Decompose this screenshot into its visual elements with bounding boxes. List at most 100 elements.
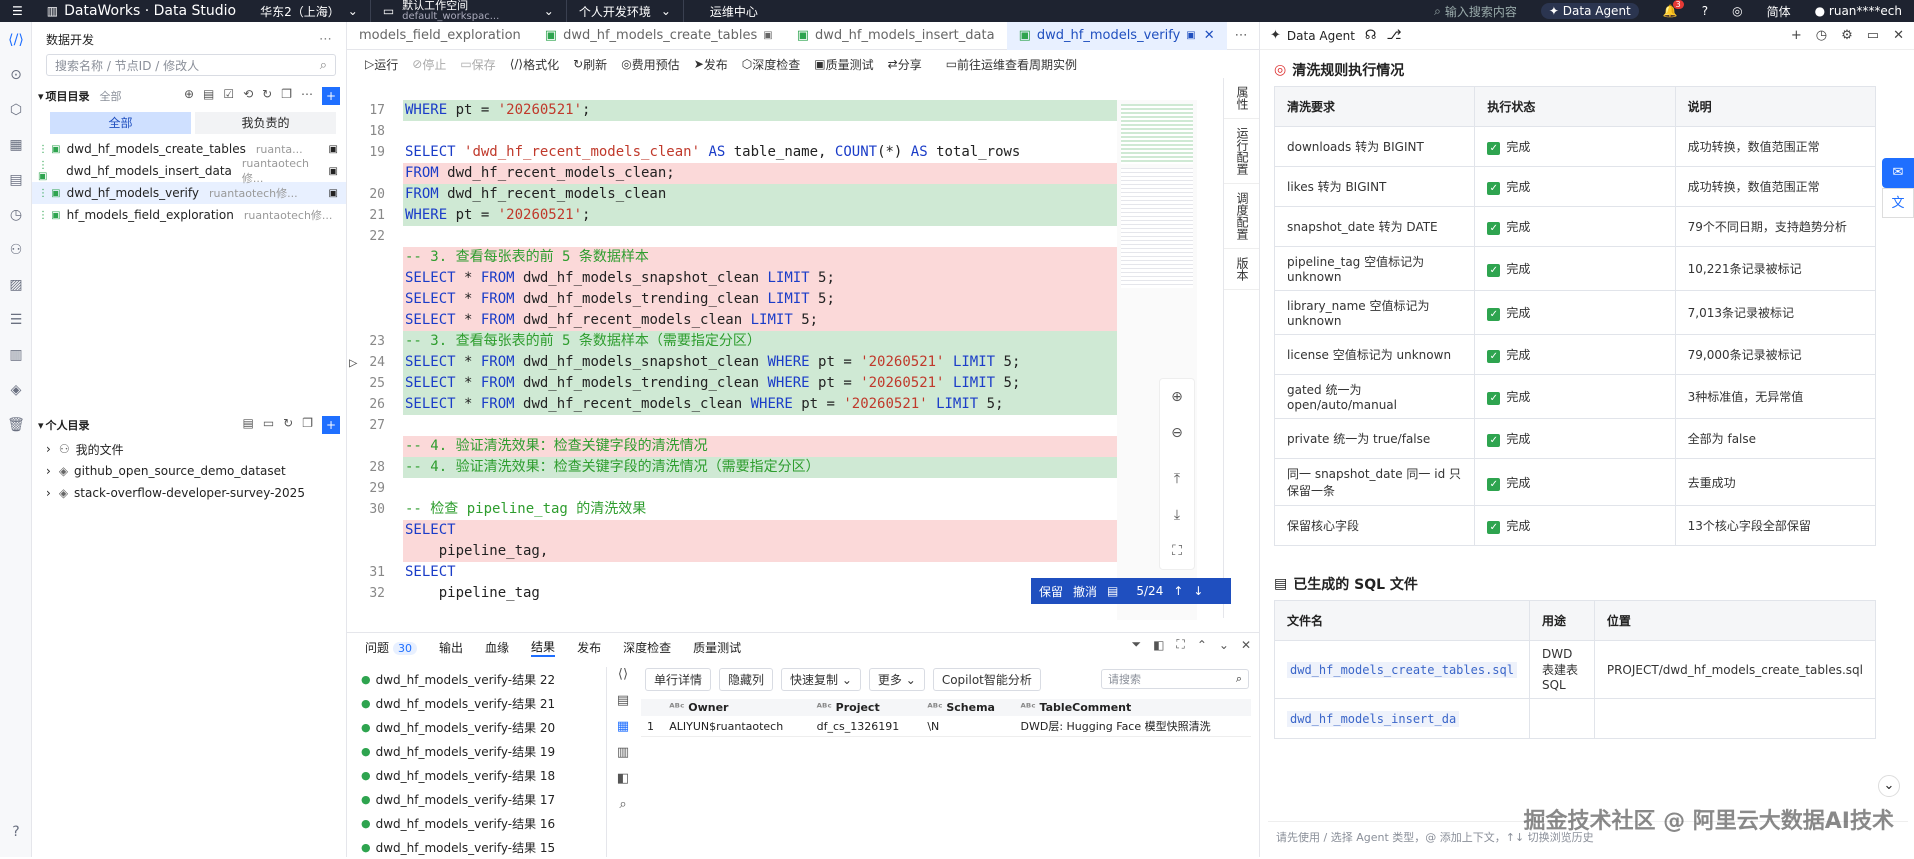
workspace-select[interactable]: ▭ 默认工作空间 default_workspac... ⌄	[371, 0, 566, 22]
ops-center-link[interactable]: 运维中心	[684, 0, 770, 22]
result-item[interactable]: ● dwd_hf_models_verify-结果 16	[347, 811, 606, 835]
app-title[interactable]: ▥ DataWorks · Data Studio	[35, 0, 248, 22]
table-cell[interactable]: df_cs_1326191	[810, 716, 922, 737]
undo-button[interactable]: 撤消	[1073, 583, 1097, 600]
code-line[interactable]: 21 WHERE pt = '20260521';	[347, 205, 1117, 226]
toolbar-button[interactable]: ▭ 保存	[460, 56, 495, 73]
arrow-up-icon[interactable]: ↑	[1173, 584, 1183, 598]
toolbar-button[interactable]: ↻ 刷新	[573, 56, 607, 73]
doc-icon[interactable]: ▤	[609, 693, 637, 719]
code-line[interactable]: SELECT	[347, 520, 1117, 541]
code-line[interactable]: SELECT * FROM dwd_hf_models_trending_cle…	[347, 289, 1117, 310]
code-line[interactable]: 29	[347, 478, 1117, 499]
chevron-up-icon[interactable]: ⌃	[1197, 638, 1207, 652]
code-line[interactable]: 18	[347, 121, 1117, 142]
user-menu[interactable]: ● ruan****ech	[1803, 0, 1914, 22]
result-item[interactable]: ● dwd_hf_models_verify-结果 22	[347, 667, 606, 691]
trash-icon[interactable]: 🗑	[0, 407, 32, 442]
refresh-icon[interactable]: ↻	[283, 416, 293, 434]
result-item[interactable]: ● dwd_hf_models_verify-结果 19	[347, 739, 606, 763]
code-line[interactable]: pipeline_tag,	[347, 541, 1117, 562]
filter-mine-tab[interactable]: 我负责的	[195, 112, 336, 134]
personal-item[interactable]: › ◈ github_open_source_demo_dataset	[32, 460, 346, 482]
check-list-icon[interactable]: ☑	[223, 87, 234, 105]
explore-icon[interactable]: ⊙	[0, 57, 32, 92]
close-icon[interactable]: ✕	[1241, 638, 1251, 652]
layout-icon[interactable]: ◧	[1153, 638, 1164, 652]
box-icon[interactable]: ◈	[0, 372, 32, 407]
menu-icon[interactable]: ☰	[0, 0, 35, 22]
column-header[interactable]: ᴬᴮᶜ Schema	[921, 699, 1014, 716]
result-action-button[interactable]: 更多 ⌄	[868, 667, 925, 691]
personal-item[interactable]: › ◈ stack-overflow-developer-survey-2025	[32, 482, 346, 504]
table-cell[interactable]: DWD层: Hugging Face 模型快照清洗	[1014, 716, 1251, 737]
code-line[interactable]: 23 -- 3. 查看每张表的前 5 条数据样本（需要指定分区）	[347, 331, 1117, 352]
bottom-tab[interactable]: 质量测试	[693, 639, 741, 656]
env-select[interactable]: 个人开发环境 ⌄	[567, 0, 683, 22]
region-select[interactable]: 华东2（上海） ⌄	[248, 0, 370, 22]
result-action-button[interactable]: Copilot智能分析	[932, 667, 1041, 691]
copy-icon[interactable]: ❐	[302, 416, 313, 434]
bottom-tab[interactable]: 问题 30	[365, 639, 418, 656]
scroll-top-icon[interactable]: ⤒	[1160, 461, 1194, 497]
close-icon[interactable]: ✕	[1204, 28, 1215, 43]
code-line[interactable]: -- 4. 验证清洗效果：检查关键字段的清洗情况	[347, 436, 1117, 457]
code-line[interactable]: 22	[347, 226, 1117, 247]
gear-icon[interactable]: ⚙	[1841, 28, 1853, 43]
clock-icon[interactable]: ◷	[0, 197, 32, 232]
add-button[interactable]: +	[322, 416, 340, 434]
result-item[interactable]: ● dwd_hf_models_verify-结果 20	[347, 715, 606, 739]
add-icon[interactable]: +	[1791, 28, 1802, 43]
zoom-out-icon[interactable]: ⊖	[1160, 415, 1194, 451]
toolbar-button[interactable]: ⇄ 分享	[888, 56, 922, 73]
code-line[interactable]: SELECT * FROM dwd_hf_models_snapshot_cle…	[347, 268, 1117, 289]
user-icon[interactable]: ⚇	[0, 232, 32, 267]
code-line[interactable]: 32 pipeline_tag	[347, 583, 1117, 604]
arrow-down-icon[interactable]: ↓	[1193, 584, 1203, 598]
caret-down-icon[interactable]: ▾	[38, 90, 44, 103]
headset-icon[interactable]: ☊	[1365, 28, 1377, 43]
code-line[interactable]: -- 3. 查看每张表的前 5 条数据样本	[347, 247, 1117, 268]
folder-icon[interactable]: ▤	[0, 162, 32, 197]
tab-insert-data[interactable]: ▣ dwd_hf_models_insert_data	[785, 22, 1007, 50]
code-line[interactable]: 28 -- 4. 验证清洗效果：检查关键字段的清洗情况（需要指定分区）	[347, 457, 1117, 478]
zoom-in-icon[interactable]: ⊕	[1160, 379, 1194, 415]
toolbar-button[interactable]: ⬡ 深度检查	[742, 56, 801, 73]
chart-icon[interactable]: ▥	[609, 745, 637, 771]
list-icon[interactable]: ☰	[0, 302, 32, 337]
bottom-tab[interactable]: 发布	[577, 639, 601, 656]
more-icon[interactable]: ⋯	[1235, 28, 1248, 43]
notification-icon[interactable]: 🔔 3	[1651, 0, 1690, 22]
filter-icon[interactable]: ⏷	[1131, 637, 1141, 652]
toolbar-button[interactable]: ⟨/⟩ 格式化	[510, 56, 559, 73]
tab-create-tables[interactable]: ▣ dwd_hf_models_create_tables ▣	[533, 22, 785, 50]
code-icon[interactable]: ⟨⟩	[609, 667, 637, 693]
diff-file-icon[interactable]: ▤	[1107, 584, 1118, 598]
result-search[interactable]: 请搜索 ⌕	[1101, 669, 1249, 689]
grid-icon[interactable]: ▦	[0, 127, 32, 162]
column-header[interactable]: ᴬᴮᶜ Project	[811, 699, 922, 716]
keep-button[interactable]: 保留	[1039, 583, 1063, 600]
branch-icon[interactable]: ⎇	[1386, 28, 1401, 43]
result-item[interactable]: ● dwd_hf_models_verify-结果 15	[347, 835, 606, 859]
code-line[interactable]: 19 SELECT 'dwd_hf_recent_models_clean' AS…	[347, 142, 1117, 163]
bottom-tab[interactable]: 深度检查	[623, 639, 671, 656]
toolbar-button[interactable]: ⊘ 停止	[412, 56, 446, 73]
table-cell[interactable]: 1	[641, 716, 664, 737]
chevron-down-icon[interactable]: ⌄	[1219, 638, 1229, 652]
column-header[interactable]: ᴬᴮᶜ Owner	[663, 699, 810, 716]
translate-icon[interactable]: 文	[1882, 188, 1914, 218]
tab-verify[interactable]: ▣ dwd_hf_models_verify ▣ ✕	[1006, 21, 1227, 50]
result-action-button[interactable]: 隐藏列	[719, 667, 774, 691]
fit-screen-icon[interactable]: ⛶	[1160, 533, 1194, 569]
result-action-button[interactable]: 单行详情	[645, 667, 712, 691]
code-line[interactable]: 17 WHERE pt = '20260521';	[347, 100, 1117, 121]
target-icon[interactable]: ⊕	[184, 87, 194, 105]
toolbar-button[interactable]: ▭ 前往运维查看周期实例	[946, 56, 1077, 73]
bottom-tab[interactable]: 结果	[531, 638, 556, 657]
history-icon[interactable]: ◷	[1816, 28, 1827, 43]
side-tab[interactable]: 调度配置	[1224, 184, 1261, 249]
help-circle-icon[interactable]: ?	[0, 814, 32, 849]
code-editor[interactable]: 17 WHERE pt = '20260521'; 18 19 SELECT 'dwd_…	[347, 100, 1117, 620]
expand-icon[interactable]: ⛶	[1176, 637, 1184, 652]
